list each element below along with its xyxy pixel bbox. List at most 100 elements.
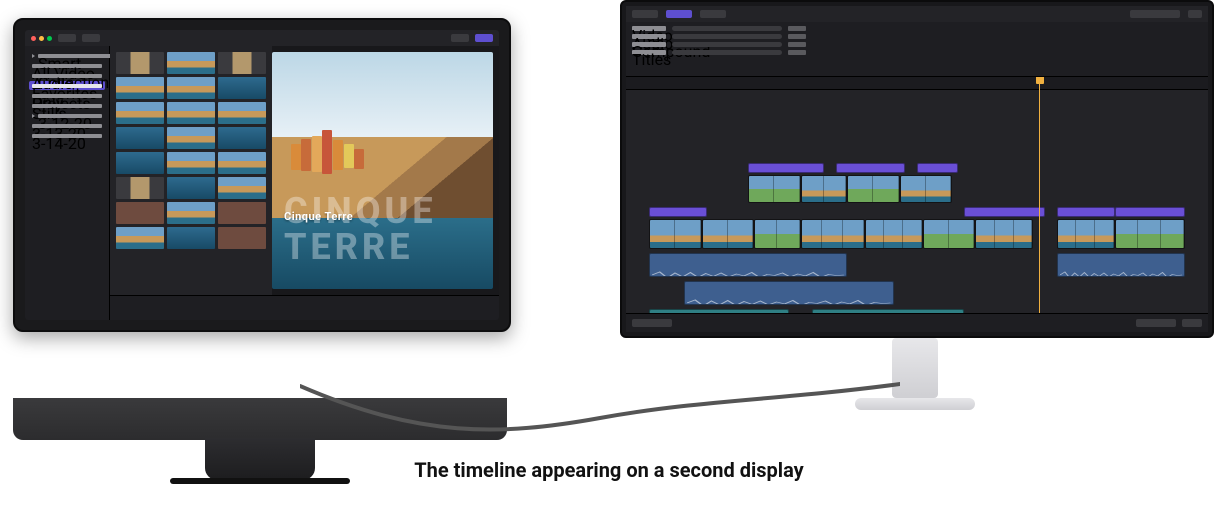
video-clip[interactable] xyxy=(1115,219,1185,249)
clip-thumb[interactable] xyxy=(218,52,266,74)
clip-thumb[interactable] xyxy=(218,177,266,199)
clip-thumb[interactable] xyxy=(116,202,164,224)
background-tasks-button[interactable] xyxy=(451,34,469,42)
playhead[interactable] xyxy=(1039,77,1040,313)
clip-thumb[interactable] xyxy=(218,77,266,99)
title-clip[interactable] xyxy=(836,163,906,173)
fcpx-timeline-window: Video Audio Compound Titles xyxy=(626,6,1208,332)
slider[interactable] xyxy=(672,34,782,39)
video-clip[interactable] xyxy=(801,175,848,203)
value-readout xyxy=(788,50,806,55)
timeline-tab[interactable] xyxy=(700,10,726,18)
bottom-tag[interactable] xyxy=(632,319,672,327)
video-clip[interactable] xyxy=(801,219,865,249)
import-button[interactable] xyxy=(58,34,76,42)
index-row-label: Audio xyxy=(632,34,666,39)
figure-caption: The timeline appearing on a second displ… xyxy=(0,458,1218,482)
audio-clip[interactable] xyxy=(649,253,847,277)
clip-thumb[interactable] xyxy=(116,77,164,99)
xdr-stand-base xyxy=(855,398,975,410)
clip-thumb[interactable] xyxy=(116,102,164,124)
bottom-tag[interactable] xyxy=(1136,319,1176,327)
close-icon[interactable] xyxy=(31,36,36,41)
timeline-track[interactable] xyxy=(626,163,1208,173)
clip-thumb[interactable] xyxy=(167,177,215,199)
video-clip[interactable] xyxy=(748,175,800,203)
minimize-icon[interactable] xyxy=(39,36,44,41)
timeline-track[interactable] xyxy=(626,175,1208,203)
library-sidebar[interactable]: Smart Collections All Video Audio Only F… xyxy=(25,46,110,320)
video-clip[interactable] xyxy=(923,219,975,249)
timeline-index-panel[interactable]: Video Audio Compound Titles xyxy=(626,22,1208,77)
title-clip[interactable] xyxy=(748,163,824,173)
audio-clip[interactable] xyxy=(812,309,963,313)
video-clip[interactable] xyxy=(702,219,754,249)
clip-thumb[interactable] xyxy=(116,152,164,174)
clip-thumb[interactable] xyxy=(167,77,215,99)
pro-display-xdr: Video Audio Compound Titles xyxy=(620,0,1210,380)
window-traffic-lights[interactable] xyxy=(31,36,52,41)
slider[interactable] xyxy=(672,50,782,55)
clip-thumb[interactable] xyxy=(116,127,164,149)
sidebar-item[interactable]: Smart Collections xyxy=(29,51,105,60)
video-clip[interactable] xyxy=(865,219,923,249)
video-clip[interactable] xyxy=(975,219,1033,249)
clip-thumb[interactable] xyxy=(218,202,266,224)
title-clip[interactable] xyxy=(1057,207,1115,217)
timeline-tab-selected[interactable] xyxy=(666,10,692,18)
title-clip[interactable] xyxy=(649,207,707,217)
xdr-bezel: Video Audio Compound Titles xyxy=(620,0,1214,338)
timeline-track[interactable] xyxy=(626,309,1208,313)
clip-browser[interactable] xyxy=(110,46,272,295)
keyword-button[interactable] xyxy=(82,34,100,42)
fullscreen-icon[interactable] xyxy=(47,36,52,41)
viewer[interactable]: Cinque Terre CINQUE TERRE xyxy=(272,52,493,289)
timeline-track[interactable] xyxy=(626,219,1208,249)
timeline-track[interactable] xyxy=(626,207,1208,217)
imac-chin xyxy=(13,398,507,440)
timeline-track[interactable] xyxy=(626,281,1208,305)
timeline[interactable] xyxy=(626,77,1208,313)
timecode-display xyxy=(1130,10,1180,18)
settings-icon[interactable] xyxy=(1188,10,1202,18)
slider[interactable] xyxy=(672,26,782,31)
fcpx-primary-window: Smart Collections All Video Audio Only F… xyxy=(25,30,499,320)
title-clip[interactable] xyxy=(917,163,958,173)
timeline-track[interactable] xyxy=(626,253,1208,277)
clip-thumb[interactable] xyxy=(167,52,215,74)
share-button[interactable] xyxy=(475,34,493,42)
clip-thumb[interactable] xyxy=(116,52,164,74)
clip-thumb[interactable] xyxy=(116,177,164,199)
timeline-tab[interactable] xyxy=(632,10,658,18)
clip-thumb[interactable] xyxy=(167,202,215,224)
timeline-bottom-bar xyxy=(626,313,1208,332)
viewer-watermark-text: CINQUE TERRE xyxy=(284,193,493,265)
audio-clip[interactable] xyxy=(1057,253,1185,277)
timeline-collapsed[interactable] xyxy=(110,295,499,320)
title-clip[interactable] xyxy=(1115,207,1185,217)
clip-thumb[interactable] xyxy=(116,227,164,249)
clip-thumb[interactable] xyxy=(167,152,215,174)
video-clip[interactable] xyxy=(847,175,899,203)
zoom-slider[interactable] xyxy=(1182,319,1202,327)
imac-pro: Smart Collections All Video Audio Only F… xyxy=(13,18,507,398)
video-clip[interactable] xyxy=(649,219,701,249)
clip-thumb[interactable] xyxy=(218,127,266,149)
value-readout xyxy=(788,42,806,47)
value-readout xyxy=(788,26,806,31)
clip-thumb[interactable] xyxy=(167,102,215,124)
audio-clip[interactable] xyxy=(684,281,894,305)
value-readout xyxy=(788,34,806,39)
clip-thumb[interactable] xyxy=(167,127,215,149)
slider[interactable] xyxy=(672,42,782,47)
video-clip[interactable] xyxy=(1057,219,1115,249)
audio-clip[interactable] xyxy=(649,309,789,313)
video-clip[interactable] xyxy=(900,175,952,203)
clip-thumb[interactable] xyxy=(218,227,266,249)
clip-thumb[interactable] xyxy=(218,152,266,174)
timeline-ruler[interactable] xyxy=(626,77,1208,90)
clip-thumb[interactable] xyxy=(167,227,215,249)
title-clip[interactable] xyxy=(964,207,1045,217)
video-clip[interactable] xyxy=(754,219,801,249)
clip-thumb[interactable] xyxy=(218,102,266,124)
